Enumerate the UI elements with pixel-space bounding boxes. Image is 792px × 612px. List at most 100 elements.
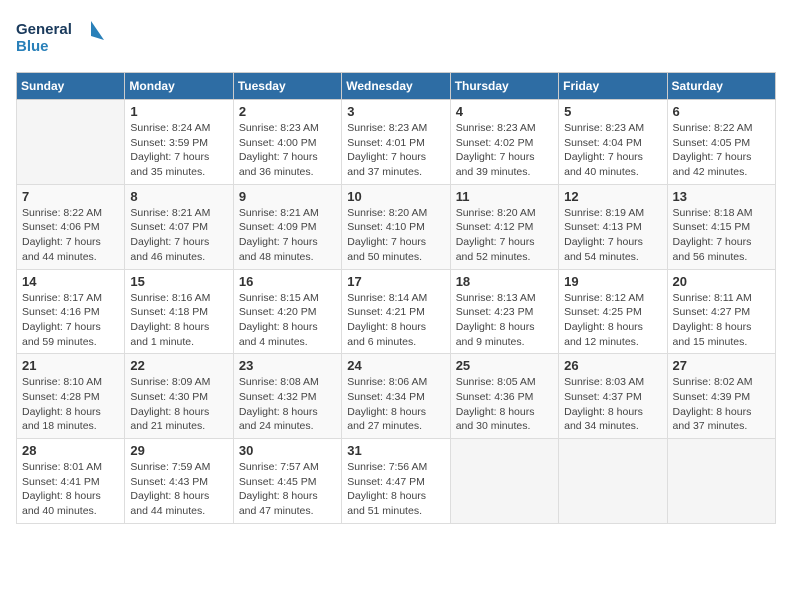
day-number: 7 [22,189,119,204]
calendar-cell: 5 Sunrise: 8:23 AMSunset: 4:04 PMDaylight… [559,100,667,185]
day-number: 16 [239,274,336,289]
day-info: Sunrise: 8:14 AMSunset: 4:21 PMDaylight:… [347,291,444,350]
calendar-cell: 6 Sunrise: 8:22 AMSunset: 4:05 PMDaylight… [667,100,775,185]
day-number: 23 [239,358,336,373]
calendar-cell: 29 Sunrise: 7:59 AMSunset: 4:43 PMDayligh… [125,439,233,524]
calendar-cell: 23 Sunrise: 8:08 AMSunset: 4:32 PMDayligh… [233,354,341,439]
calendar-cell: 13 Sunrise: 8:18 AMSunset: 4:15 PMDayligh… [667,184,775,269]
day-number: 4 [456,104,553,119]
svg-text:Blue: Blue [16,38,49,55]
day-info: Sunrise: 8:16 AMSunset: 4:18 PMDaylight:… [130,291,227,350]
day-info: Sunrise: 8:23 AMSunset: 4:02 PMDaylight:… [456,121,553,180]
calendar-cell: 4 Sunrise: 8:23 AMSunset: 4:02 PMDaylight… [450,100,558,185]
day-info: Sunrise: 8:24 AMSunset: 3:59 PMDaylight:… [130,121,227,180]
day-info: Sunrise: 8:11 AMSunset: 4:27 PMDaylight:… [673,291,770,350]
day-info: Sunrise: 8:06 AMSunset: 4:34 PMDaylight:… [347,375,444,434]
day-number: 24 [347,358,444,373]
calendar-cell: 1 Sunrise: 8:24 AMSunset: 3:59 PMDaylight… [125,100,233,185]
calendar-cell: 15 Sunrise: 8:16 AMSunset: 4:18 PMDayligh… [125,269,233,354]
logo: General Blue [16,16,106,60]
day-info: Sunrise: 8:20 AMSunset: 4:10 PMDaylight:… [347,206,444,265]
day-info: Sunrise: 8:03 AMSunset: 4:37 PMDaylight:… [564,375,661,434]
calendar-cell [667,439,775,524]
day-info: Sunrise: 8:18 AMSunset: 4:15 PMDaylight:… [673,206,770,265]
day-number: 21 [22,358,119,373]
day-number: 19 [564,274,661,289]
calendar-cell: 26 Sunrise: 8:03 AMSunset: 4:37 PMDayligh… [559,354,667,439]
day-info: Sunrise: 8:09 AMSunset: 4:30 PMDaylight:… [130,375,227,434]
day-number: 10 [347,189,444,204]
calendar-cell [450,439,558,524]
calendar-cell: 27 Sunrise: 8:02 AMSunset: 4:39 PMDayligh… [667,354,775,439]
day-info: Sunrise: 8:23 AMSunset: 4:01 PMDaylight:… [347,121,444,180]
day-number: 20 [673,274,770,289]
calendar-cell: 22 Sunrise: 8:09 AMSunset: 4:30 PMDayligh… [125,354,233,439]
calendar-cell: 19 Sunrise: 8:12 AMSunset: 4:25 PMDayligh… [559,269,667,354]
calendar-cell: 20 Sunrise: 8:11 AMSunset: 4:27 PMDayligh… [667,269,775,354]
day-info: Sunrise: 7:59 AMSunset: 4:43 PMDaylight:… [130,460,227,519]
day-number: 26 [564,358,661,373]
day-number: 22 [130,358,227,373]
day-number: 1 [130,104,227,119]
day-info: Sunrise: 8:02 AMSunset: 4:39 PMDaylight:… [673,375,770,434]
calendar-cell: 9 Sunrise: 8:21 AMSunset: 4:09 PMDaylight… [233,184,341,269]
day-info: Sunrise: 8:08 AMSunset: 4:32 PMDaylight:… [239,375,336,434]
header-friday: Friday [559,73,667,100]
day-number: 5 [564,104,661,119]
calendar-cell: 25 Sunrise: 8:05 AMSunset: 4:36 PMDayligh… [450,354,558,439]
day-info: Sunrise: 8:15 AMSunset: 4:20 PMDaylight:… [239,291,336,350]
calendar-cell: 14 Sunrise: 8:17 AMSunset: 4:16 PMDayligh… [17,269,125,354]
day-number: 17 [347,274,444,289]
calendar-table: SundayMondayTuesdayWednesdayThursdayFrid… [16,72,776,524]
calendar-cell: 28Sunrise: 8:01 AMSunset: 4:41 PMDayligh… [17,439,125,524]
header-monday: Monday [125,73,233,100]
day-number: 6 [673,104,770,119]
day-number: 29 [130,443,227,458]
calendar-cell: 11Sunrise: 8:20 AMSunset: 4:12 PMDayligh… [450,184,558,269]
logo-svg: General Blue [16,16,106,60]
day-info: Sunrise: 8:05 AMSunset: 4:36 PMDaylight:… [456,375,553,434]
header-wednesday: Wednesday [342,73,450,100]
calendar-cell: 16 Sunrise: 8:15 AMSunset: 4:20 PMDayligh… [233,269,341,354]
day-number: 31 [347,443,444,458]
calendar-week-row: 7 Sunrise: 8:22 AMSunset: 4:06 PMDaylight… [17,184,776,269]
day-info: Sunrise: 8:22 AMSunset: 4:05 PMDaylight:… [673,121,770,180]
day-info: Sunrise: 8:12 AMSunset: 4:25 PMDaylight:… [564,291,661,350]
day-number: 15 [130,274,227,289]
day-number: 30 [239,443,336,458]
calendar-header-row: SundayMondayTuesdayWednesdayThursdayFrid… [17,73,776,100]
day-info: Sunrise: 8:17 AMSunset: 4:16 PMDaylight:… [22,291,119,350]
header-saturday: Saturday [667,73,775,100]
calendar-cell: 17 Sunrise: 8:14 AMSunset: 4:21 PMDayligh… [342,269,450,354]
calendar-cell: 2Sunrise: 8:23 AMSunset: 4:00 PMDaylight… [233,100,341,185]
day-number: 8 [130,189,227,204]
day-info: Sunrise: 8:19 AMSunset: 4:13 PMDaylight:… [564,206,661,265]
day-number: 12 [564,189,661,204]
calendar-cell [17,100,125,185]
calendar-cell: 7 Sunrise: 8:22 AMSunset: 4:06 PMDaylight… [17,184,125,269]
day-number: 14 [22,274,119,289]
day-number: 2 [239,104,336,119]
day-info: Sunrise: 8:21 AMSunset: 4:09 PMDaylight:… [239,206,336,265]
day-number: 9 [239,189,336,204]
calendar-cell: 30 Sunrise: 7:57 AMSunset: 4:45 PMDayligh… [233,439,341,524]
calendar-week-row: 21Sunrise: 8:10 AMSunset: 4:28 PMDayligh… [17,354,776,439]
calendar-week-row: 1 Sunrise: 8:24 AMSunset: 3:59 PMDaylight… [17,100,776,185]
svg-text:General: General [16,21,72,38]
header-thursday: Thursday [450,73,558,100]
day-info: Sunrise: 8:13 AMSunset: 4:23 PMDaylight:… [456,291,553,350]
calendar-cell: 12 Sunrise: 8:19 AMSunset: 4:13 PMDayligh… [559,184,667,269]
day-number: 27 [673,358,770,373]
calendar-cell: 8 Sunrise: 8:21 AMSunset: 4:07 PMDaylight… [125,184,233,269]
calendar-cell [559,439,667,524]
calendar-cell: 31Sunrise: 7:56 AMSunset: 4:47 PMDayligh… [342,439,450,524]
day-number: 25 [456,358,553,373]
day-number: 28 [22,443,119,458]
day-info: Sunrise: 8:23 AMSunset: 4:04 PMDaylight:… [564,121,661,180]
day-info: Sunrise: 7:57 AMSunset: 4:45 PMDaylight:… [239,460,336,519]
calendar-week-row: 28Sunrise: 8:01 AMSunset: 4:41 PMDayligh… [17,439,776,524]
day-info: Sunrise: 8:21 AMSunset: 4:07 PMDaylight:… [130,206,227,265]
day-number: 18 [456,274,553,289]
day-number: 13 [673,189,770,204]
day-info: Sunrise: 8:22 AMSunset: 4:06 PMDaylight:… [22,206,119,265]
